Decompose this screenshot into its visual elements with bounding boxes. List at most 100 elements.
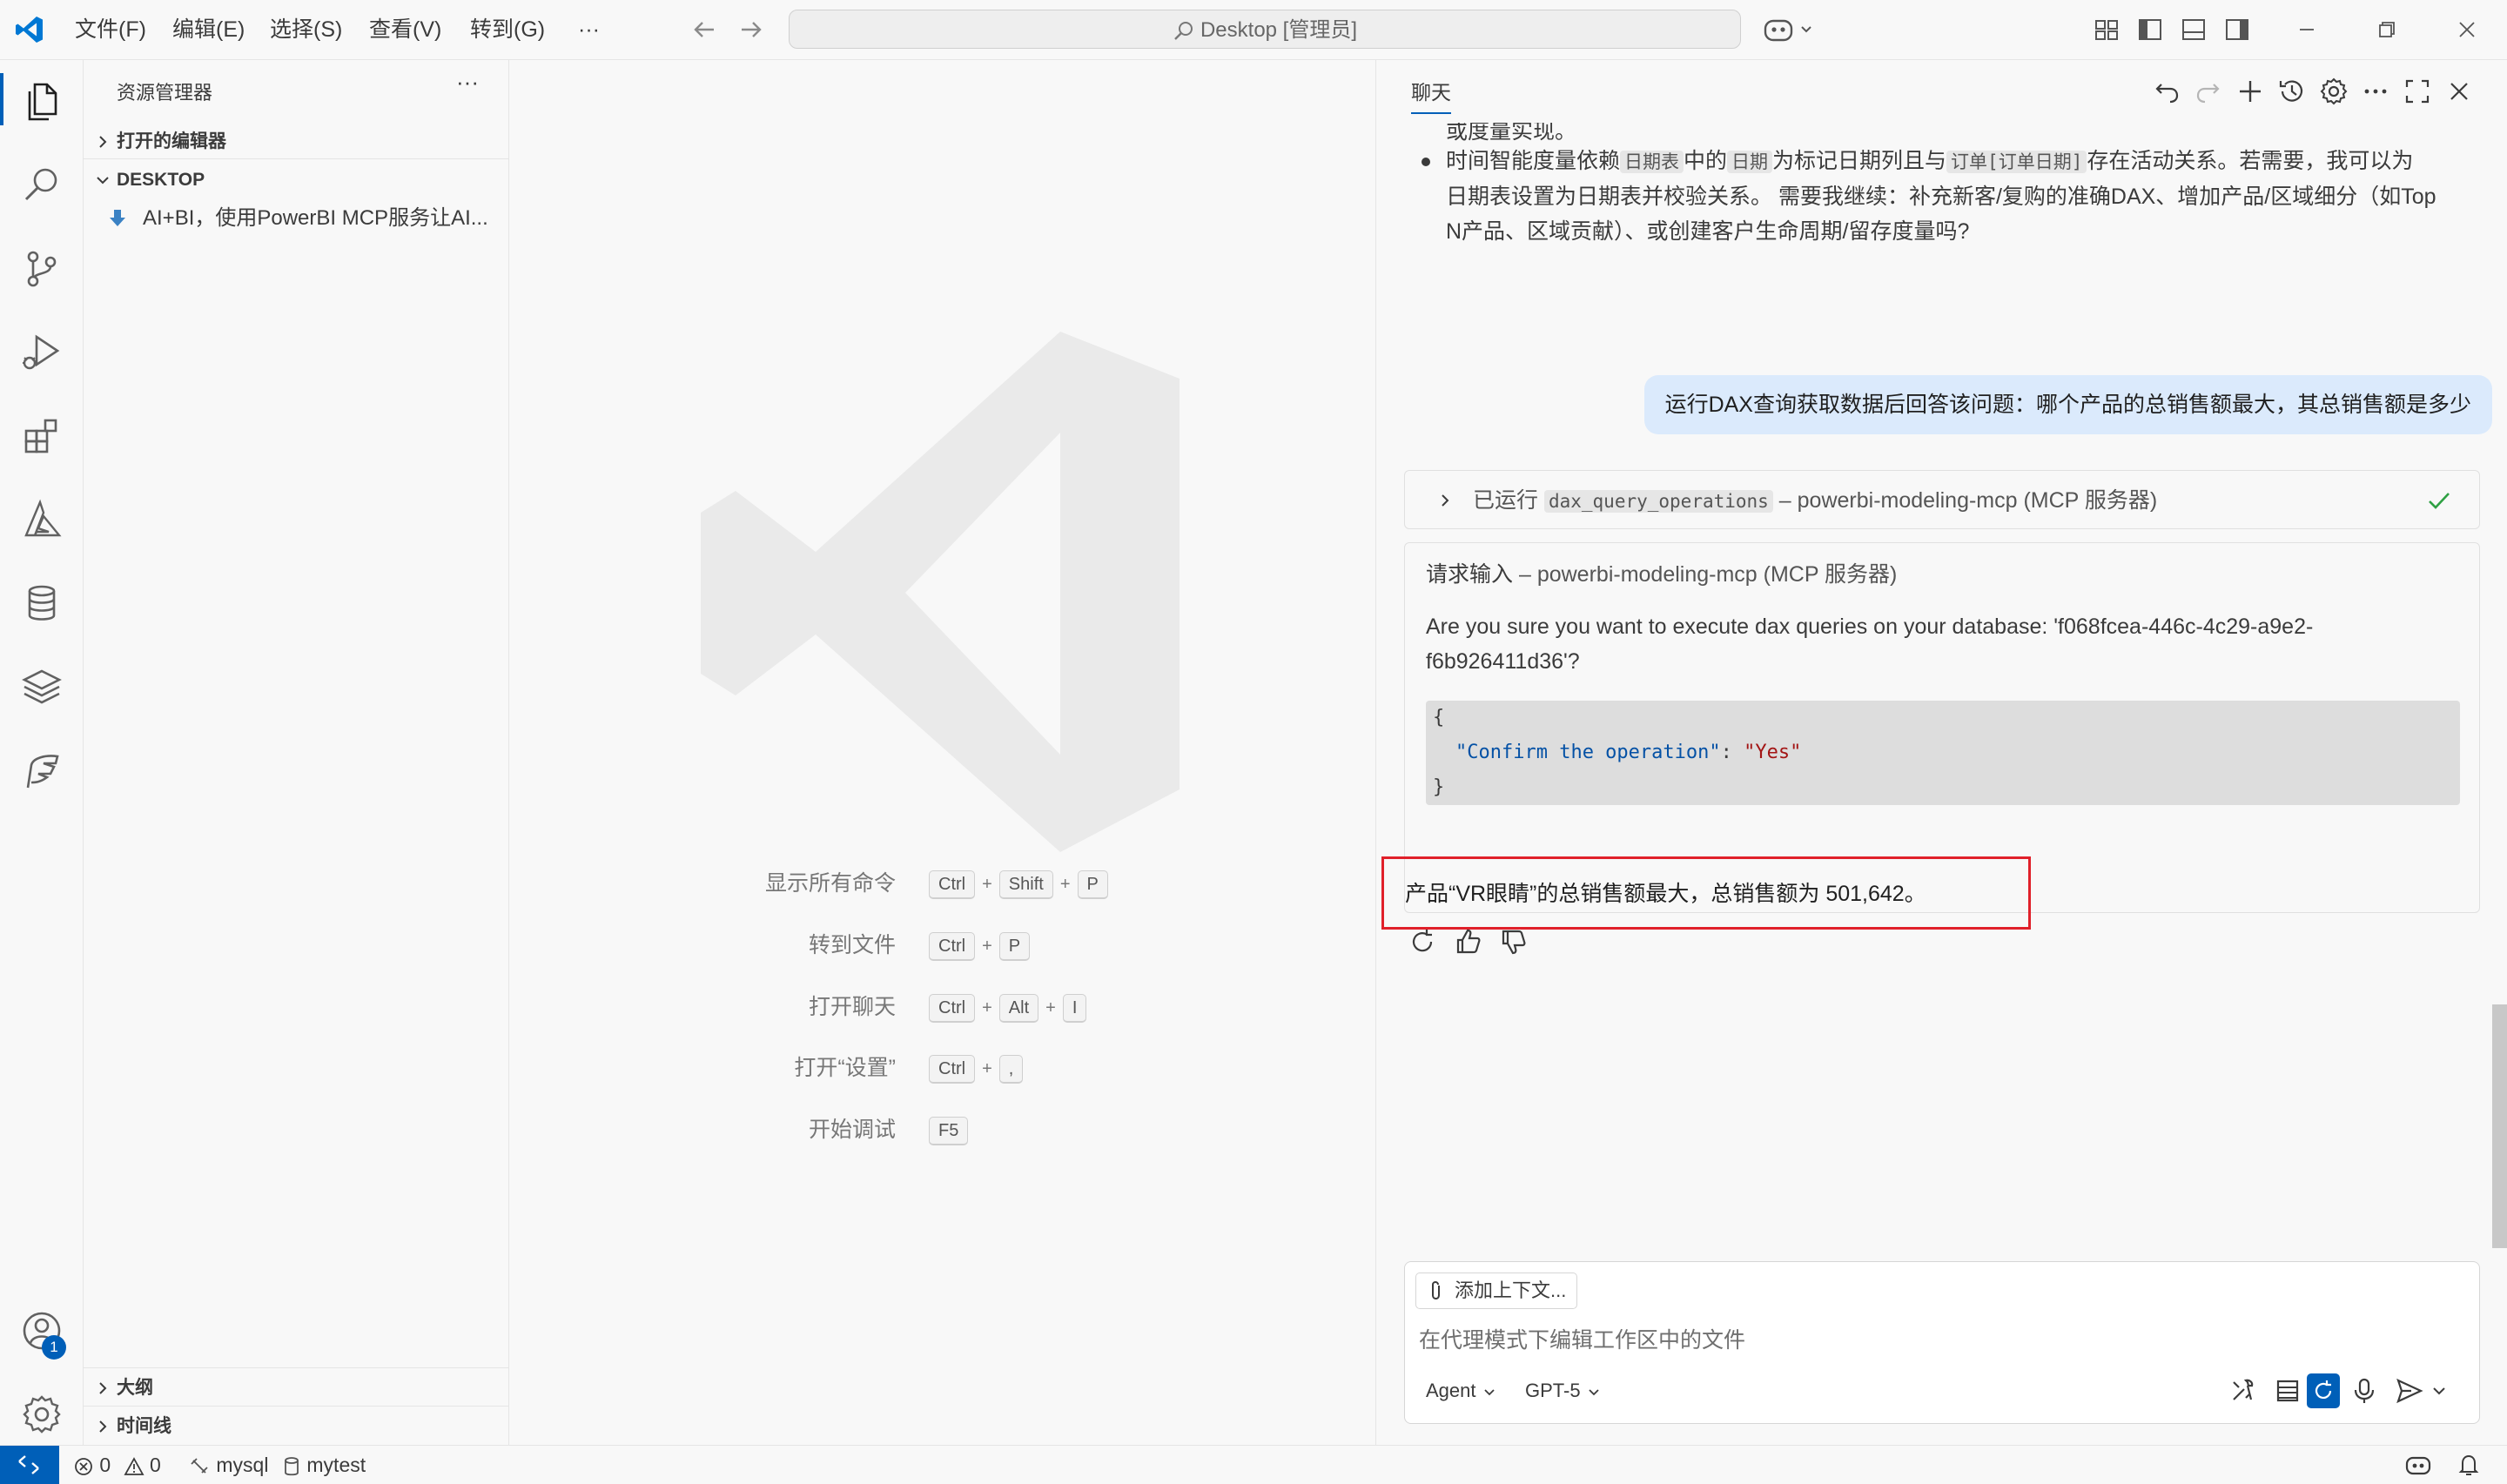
tab-chat[interactable]: 聊天 (1411, 76, 1451, 114)
file-item[interactable]: AI+BI，使用PowerBI MCP服务让AI... (84, 199, 508, 238)
chat-panel: 聊天 或度量实现。 时间智能度量依赖 日期表 中的日期 为标记日期列且与 订单[… (1375, 60, 2507, 1445)
error-count: 0 (99, 1454, 111, 1476)
refresh-icon (2310, 1378, 2336, 1404)
active-indicator (0, 73, 3, 125)
divider (84, 158, 508, 159)
layers-icon[interactable] (19, 664, 64, 709)
customize-layout-icon[interactable] (2089, 12, 2124, 47)
key: P (1077, 870, 1108, 899)
undo-icon[interactable] (2151, 76, 2182, 107)
key: F5 (929, 1116, 969, 1145)
chat-scrollbar[interactable] (2492, 1004, 2507, 1248)
more-actions-icon[interactable] (2360, 76, 2391, 107)
settings-gear-icon[interactable] (2318, 76, 2349, 107)
activity-bar: 1 (0, 60, 84, 1445)
text: f6b926411d36'? (1426, 649, 1580, 674)
shortcut-label: 开始调试 (808, 1118, 896, 1142)
toggle-primary-sidebar-icon[interactable] (2133, 12, 2168, 47)
mode-label: Agent (1426, 1380, 1476, 1401)
gear-icon[interactable] (19, 1392, 64, 1437)
add-context-button[interactable]: 添加上下文... (1415, 1272, 1578, 1309)
json-key: "Confirm the operation" (1455, 742, 1721, 763)
text: – powerbi-modeling-mcp (MCP 服务器) (1778, 488, 2158, 513)
explorer-icon[interactable] (19, 79, 64, 124)
copilot-status-icon[interactable] (2404, 1451, 2432, 1479)
azure-icon[interactable] (19, 497, 64, 542)
copilot-menu-icon[interactable] (1762, 12, 1818, 47)
send-options-chevron-down-icon[interactable] (2429, 1380, 2450, 1401)
redo-icon[interactable] (2193, 76, 2224, 107)
key: Ctrl (929, 993, 976, 1023)
toggle-secondary-sidebar-icon[interactable] (2220, 12, 2255, 47)
menu-view[interactable]: 查看(V) (369, 0, 441, 59)
database-small-icon (282, 1456, 301, 1477)
db-schema-status[interactable]: mytest (282, 1446, 366, 1484)
chat-input-box[interactable]: 添加上下文... 在代理模式下编辑工作区中的文件 Agent GPT-5 (1404, 1261, 2480, 1424)
source-control-icon[interactable] (19, 246, 64, 292)
db-connection-status[interactable]: mysql (188, 1446, 268, 1484)
chat-header: 聊天 (1376, 60, 2507, 123)
feather-icon[interactable] (19, 748, 64, 793)
retry-icon[interactable] (1408, 927, 1437, 957)
error-icon (73, 1456, 94, 1477)
section-timeline[interactable]: 时间线 (84, 1407, 508, 1446)
database-icon[interactable] (19, 581, 64, 626)
menu-go[interactable]: 转到(G) (470, 0, 545, 59)
key: Shift (998, 870, 1053, 899)
bell-icon[interactable] (2455, 1451, 2483, 1479)
problems-status[interactable]: 0 0 (73, 1446, 161, 1484)
section-outline[interactable]: 大纲 (84, 1369, 508, 1407)
shortcut-label: 打开聊天 (808, 995, 896, 1019)
thumbs-up-icon[interactable] (1453, 927, 1482, 957)
menu-selection[interactable]: 选择(S) (270, 0, 342, 59)
mode-picker[interactable]: Agent (1426, 1373, 1497, 1408)
extensions-icon[interactable] (19, 413, 64, 459)
search-view-icon[interactable] (19, 163, 64, 208)
run-and-debug-icon[interactable] (19, 330, 64, 375)
command-center-search[interactable]: Desktop [管理员] (789, 10, 1741, 49)
request-title: 请求输入 – powerbi-modeling-mcp (MCP 服务器) (1426, 557, 1897, 592)
restore-icon[interactable] (2369, 12, 2404, 47)
sidebar-more-button[interactable]: ··· (456, 69, 479, 96)
microphone-icon[interactable] (2349, 1375, 2380, 1407)
chevron-right-icon (94, 1418, 111, 1435)
history-icon[interactable] (2276, 76, 2308, 107)
shortcut-label: 显示所有命令 (764, 871, 896, 896)
text: – powerbi-modeling-mcp (MCP 服务器) (1518, 562, 1898, 587)
text: 请求输入 (1426, 562, 1514, 587)
key: Ctrl (929, 931, 976, 961)
key: I (1062, 993, 1087, 1023)
minimize-icon[interactable] (2289, 12, 2324, 47)
assistant-bullet: 时间智能度量依赖 日期表 中的 日期 为标记日期列且与 订单[订单日期] 存在活动关系。若需… (1446, 144, 2473, 249)
maximize-icon[interactable] (2402, 76, 2433, 107)
accounts-badge: 1 (42, 1335, 66, 1360)
status-bar: 0 0 mysql mytest (0, 1445, 2507, 1484)
menu-file[interactable]: 文件(F) (75, 0, 146, 59)
model-picker[interactable]: GPT-5 (1525, 1373, 1602, 1408)
code-text: } (1433, 776, 1445, 798)
text: 中的 (1684, 149, 1728, 173)
menu-edit[interactable]: 编辑(E) (172, 0, 245, 59)
back-arrow-icon[interactable] (688, 12, 723, 47)
close-window-icon[interactable] (2450, 12, 2484, 47)
list-icon[interactable] (2272, 1375, 2303, 1407)
chat-text-input[interactable]: 在代理模式下编辑工作区中的文件 (1419, 1323, 1745, 1358)
auto-approve-toggle[interactable] (2307, 1373, 2340, 1408)
remote-button[interactable] (0, 1446, 59, 1484)
key: Ctrl (929, 1054, 976, 1084)
shortcut-start-debugging: 开始调试 F5 (509, 1112, 1374, 1147)
json-code-block[interactable]: { "Confirm the operation": "Yes" } (1426, 701, 2460, 805)
new-chat-plus-icon[interactable] (2235, 76, 2266, 107)
forward-arrow-icon[interactable] (733, 12, 768, 47)
thumbs-down-icon[interactable] (1498, 927, 1528, 957)
divider (84, 1406, 508, 1407)
menu-more[interactable]: ··· (578, 0, 600, 59)
close-panel-icon[interactable] (2443, 76, 2475, 107)
chevron-down-icon (94, 171, 111, 189)
section-desktop-folder[interactable]: DESKTOP (84, 161, 508, 199)
send-icon[interactable] (2394, 1375, 2425, 1407)
tools-icon[interactable] (2227, 1375, 2258, 1407)
toggle-panel-icon[interactable] (2176, 12, 2211, 47)
section-open-editors[interactable]: 打开的编辑器 (84, 123, 508, 161)
tool-run-row[interactable]: 已运行 dax_query_operations – powerbi-model… (1404, 470, 2480, 529)
